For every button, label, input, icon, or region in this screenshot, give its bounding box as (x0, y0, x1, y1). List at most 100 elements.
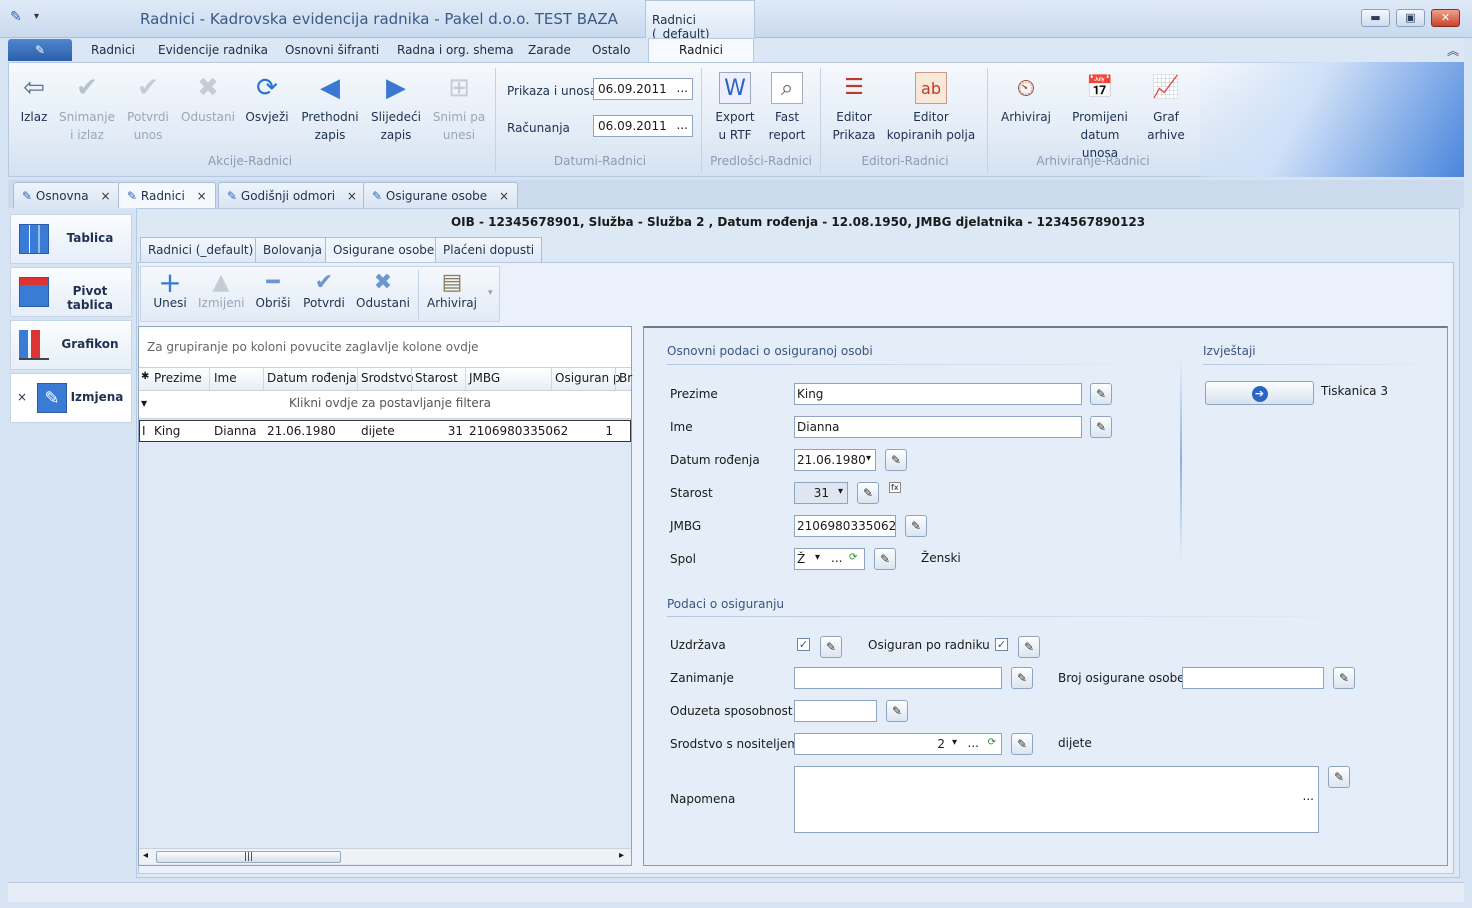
doc-tab-osigurane-osobe[interactable]: ✎ Osigurane osobe × (363, 182, 519, 208)
col-header-jmbg[interactable]: JMBG (469, 371, 500, 385)
promijeni-datum-unosa-button[interactable]: 📅 Promijeni datum unosa (1062, 72, 1138, 162)
filter-hint[interactable]: Klikni ovdje za postavljanje filtera (150, 396, 630, 410)
toolbar-overflow-icon[interactable]: ▾ (488, 288, 493, 298)
col-divider[interactable] (551, 368, 552, 390)
cell-jmbg[interactable]: 2106980335062 (469, 424, 568, 438)
quick-access-dropdown-icon[interactable]: ▾ (34, 11, 39, 22)
doc-tab-godisnji-odmori[interactable]: ✎ Godišnji odmori × (218, 182, 366, 208)
potvrdi-unos-button[interactable]: ✔ Potvrdi unos (124, 72, 172, 144)
srodstvo-lookup-button[interactable]: ... (968, 736, 979, 750)
obrisi-button[interactable]: ━ Obriši (254, 270, 292, 310)
chevron-down-icon[interactable]: ▾ (952, 737, 957, 748)
cell-starost[interactable]: 31 (415, 424, 463, 438)
scroll-right-icon[interactable]: ▸ (619, 850, 624, 861)
nav-izmjena[interactable]: × ✎ Izmjena (10, 373, 132, 423)
menu-tab-sifranti[interactable]: Osnovni šifranti (285, 43, 379, 57)
close-tab-icon[interactable]: × (347, 189, 357, 203)
menu-tab-radna-shema[interactable]: Radna i org. shema (397, 43, 514, 57)
oduzeta-edit-button[interactable]: ✎ (886, 700, 908, 722)
cell-prezime[interactable]: King (154, 424, 180, 438)
uzdrzava-checkbox[interactable]: ✓ (797, 638, 810, 651)
col-header-starost[interactable]: Starost (415, 371, 458, 385)
subtab-placeni-dopusti[interactable]: Plaćeni dopusti (435, 237, 543, 263)
col-header-osiguran[interactable]: Osiguran p (555, 371, 621, 385)
editor-prikaza-button[interactable]: ☰ Editor Prikaza (831, 72, 877, 144)
collapse-ribbon-icon[interactable]: ︽ (1447, 42, 1459, 59)
graf-arhive-button[interactable]: 📈 Graf arhive (1146, 72, 1186, 144)
odustani-grid-button[interactable]: ✖ Odustani (356, 270, 410, 310)
export-rtf-button[interactable]: W Export u RTF (712, 72, 758, 144)
nav-grafikon[interactable]: Grafikon (10, 320, 132, 370)
napomena-expand-button[interactable]: ... (1303, 789, 1314, 803)
col-divider[interactable] (465, 368, 466, 390)
spol-edit-button[interactable]: ✎ (874, 548, 896, 570)
starost-field[interactable]: 31 ▾ (794, 482, 848, 504)
starost-edit-button[interactable]: ✎ (857, 482, 879, 504)
editor-kopiranih-polja-button[interactable]: ab Editor kopiranih polja (886, 72, 976, 144)
minimize-button[interactable]: ▬ (1361, 9, 1390, 27)
refresh-small-icon[interactable]: ⟳ (988, 737, 996, 748)
zanimanje-field[interactable] (794, 667, 1002, 689)
col-divider[interactable] (357, 368, 358, 390)
nav-tablica[interactable]: Tablica (10, 214, 132, 264)
osiguran-edit-button[interactable]: ✎ (1018, 636, 1040, 658)
prezime-edit-button[interactable]: ✎ (1090, 383, 1112, 405)
group-panel[interactable]: Za grupiranje po koloni povucite zaglavl… (139, 327, 631, 367)
subtab-osigurane-osobe[interactable]: Osigurane osobe (325, 237, 443, 264)
col-header-br[interactable]: Br (619, 371, 632, 385)
spol-lookup-button[interactable]: ... (831, 551, 842, 565)
close-tab-icon[interactable]: × (197, 189, 207, 203)
subtab-radnici-default[interactable]: Radnici (_default) (140, 237, 262, 263)
col-header-datum-rodenja[interactable]: Datum rođenja (267, 371, 357, 385)
srodstvo-field[interactable]: 2 ▾ ... ⟳ (794, 733, 1002, 755)
app-icon[interactable]: ✎ (10, 9, 22, 25)
arhiviraj-button[interactable]: ⏲ Arhiviraj (1000, 72, 1052, 126)
scroll-left-icon[interactable]: ◂ (143, 850, 148, 861)
close-icon[interactable]: × (17, 390, 27, 404)
oduzeta-sposobnost-field[interactable] (794, 700, 877, 722)
potvrdi-button[interactable]: ✔ Potvrdi (302, 270, 346, 310)
refresh-small-icon[interactable]: ⟳ (849, 552, 857, 563)
jmbg-field[interactable]: 2106980335062 (794, 515, 896, 537)
menu-tab-zarade[interactable]: Zarade (528, 43, 571, 57)
date-picker-button[interactable]: ... (677, 81, 688, 95)
col-divider[interactable] (411, 368, 412, 390)
prikaza-date-input[interactable]: 06.09.2011 ... (593, 78, 693, 100)
date-picker-button[interactable]: ... (677, 118, 688, 132)
col-divider[interactable] (615, 368, 616, 390)
snimanje-i-izlaz-button[interactable]: ✔ Snimanje i izlaz (58, 72, 116, 144)
jmbg-edit-button[interactable]: ✎ (905, 515, 927, 537)
doc-tab-osnovna[interactable]: ✎ Osnovna × (13, 182, 120, 208)
formula-icon[interactable]: fx (889, 482, 901, 493)
doc-tab-radnici[interactable]: ✎ Radnici × (118, 182, 216, 208)
broj-osigurane-osobe-field[interactable] (1182, 667, 1324, 689)
prezime-field[interactable]: King (794, 383, 1082, 405)
col-header-ime[interactable]: Ime (214, 371, 237, 385)
datum-rodenja-field[interactable]: 21.06.1980 ▾ (794, 449, 876, 471)
close-button[interactable]: ✕ (1431, 9, 1460, 27)
izmijeni-button[interactable]: ▲ Izmijeni (198, 270, 245, 310)
cell-ime[interactable]: Dianna (214, 424, 257, 438)
menu-tab-evidencije[interactable]: Evidencije radnika (158, 43, 268, 57)
uzdrzava-edit-button[interactable]: ✎ (820, 636, 842, 658)
datum-edit-button[interactable]: ✎ (885, 449, 907, 471)
cell-osiguran[interactable]: 1 (555, 424, 613, 438)
cell-datum[interactable]: 21.06.1980 (267, 424, 336, 438)
col-header-prezime[interactable]: Prezime (154, 371, 202, 385)
napomena-field[interactable]: ... (794, 766, 1319, 833)
sljedeci-zapis-button[interactable]: ▶ Slijedeći zapis (368, 72, 424, 144)
fast-report-button[interactable]: ⌕ Fast report (764, 72, 810, 144)
maximize-button[interactable]: ▣ (1396, 9, 1425, 27)
menu-tab-radnici-context[interactable]: Radnici (648, 38, 754, 63)
col-header-srodstvo[interactable]: Srodstvo (361, 371, 414, 385)
menu-tab-radnici[interactable]: Radnici (91, 43, 135, 57)
close-tab-icon[interactable]: × (499, 189, 509, 203)
arhiviraj-grid-button[interactable]: ▤ Arhiviraj (426, 270, 478, 310)
close-tab-icon[interactable]: × (100, 189, 110, 203)
cell-srodstvo[interactable]: dijete (361, 424, 395, 438)
ime-field[interactable]: Dianna (794, 416, 1082, 438)
napomena-edit-button[interactable]: ✎ (1328, 766, 1350, 788)
izlaz-button[interactable]: ⇦ Izlaz (16, 72, 52, 126)
spol-field[interactable]: Ž ▾ ... ⟳ (794, 548, 865, 570)
osiguran-checkbox[interactable]: ✓ (995, 638, 1008, 651)
